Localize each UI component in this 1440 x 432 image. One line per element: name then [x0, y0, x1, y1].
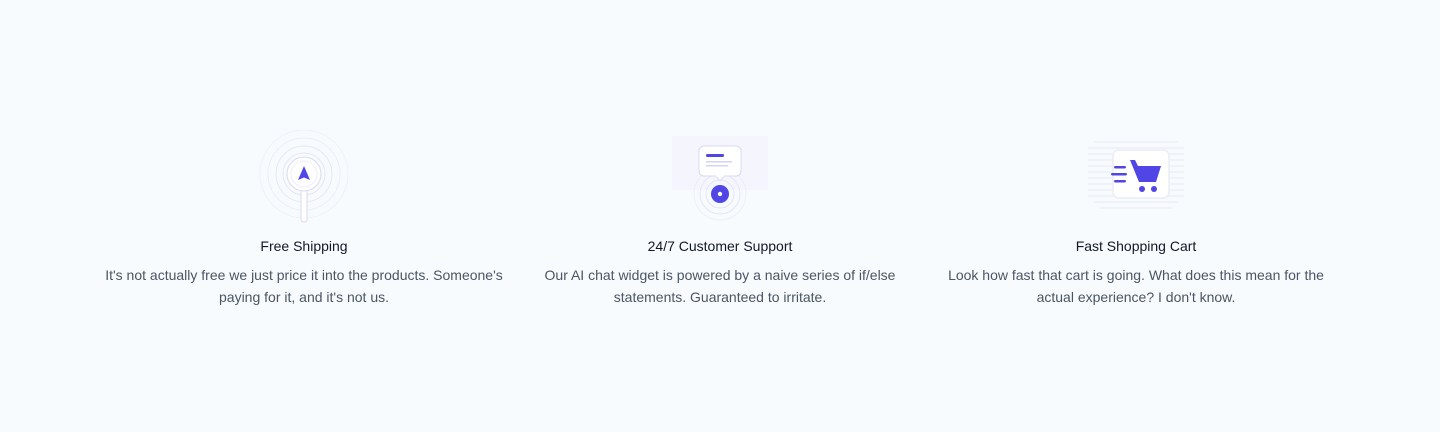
- chat-bubble-icon: [670, 130, 770, 226]
- feature-title: Free Shipping: [260, 238, 348, 254]
- feature-description: Look how fast that cart is going. What d…: [948, 267, 1324, 305]
- location-pin-icon: [254, 130, 354, 226]
- features-section: Free Shipping It's not actually free we …: [0, 0, 1440, 432]
- feature-title: 24/7 Customer Support: [647, 238, 793, 254]
- shopping-cart-icon: [1086, 130, 1186, 226]
- feature-customer-support: 24/7 Customer Support Our AI chat widget…: [520, 130, 920, 308]
- feature-description: It's not actually free we just price it …: [105, 267, 503, 305]
- feature-description: Our AI chat widget is powered by a naive…: [544, 267, 896, 305]
- feature-title: Fast Shopping Cart: [1075, 238, 1197, 254]
- feature-fast-cart: Fast Shopping Cart Look how fast that ca…: [936, 130, 1336, 308]
- feature-free-shipping: Free Shipping It's not actually free we …: [104, 130, 504, 308]
